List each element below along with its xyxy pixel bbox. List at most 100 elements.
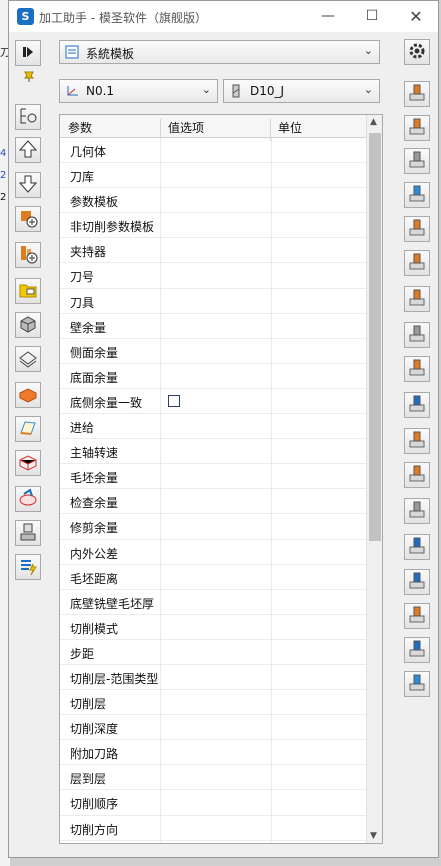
hole-cut-button[interactable]	[404, 671, 430, 697]
title-bar[interactable]: S 加工助手 - 模圣软件（旗舰版） — ☐ ✕	[9, 1, 438, 32]
grid-row[interactable]: 切削层	[60, 690, 366, 716]
grid-row[interactable]: 附加刀路	[60, 740, 366, 766]
param-value-cell[interactable]	[160, 564, 272, 589]
move-down-button[interactable]	[15, 172, 41, 198]
pin-button[interactable]	[23, 70, 35, 85]
grid-row[interactable]: 层到层	[60, 765, 366, 791]
zlevel-button[interactable]	[404, 250, 430, 276]
folder-template-button[interactable]	[15, 278, 41, 304]
step-finish-button[interactable]	[404, 462, 430, 488]
grid-row[interactable]: 毛坯距离	[60, 564, 366, 590]
grid-row[interactable]: 毛坯余量	[60, 464, 366, 490]
param-value-cell[interactable]	[160, 639, 272, 664]
param-value-cell[interactable]	[160, 263, 272, 288]
face-mill-button[interactable]	[404, 356, 430, 382]
tool-select[interactable]: D10_J ⌄	[223, 79, 380, 103]
param-value-cell[interactable]	[160, 213, 272, 238]
param-value-cell[interactable]	[160, 690, 272, 715]
rough-mill-button[interactable]	[404, 81, 430, 107]
contour-button[interactable]	[404, 216, 430, 242]
grid-row[interactable]: 修剪余量	[60, 514, 366, 540]
sequence-refresh-button[interactable]	[15, 104, 41, 130]
grid-row[interactable]: 切削方向	[60, 815, 366, 841]
move-up-button[interactable]	[15, 137, 41, 163]
param-value-cell[interactable]	[160, 664, 272, 690]
grid-row[interactable]: 步距	[60, 639, 366, 665]
maximize-button[interactable]: ☐	[350, 1, 394, 32]
grid-row[interactable]: 底侧余量一致	[60, 388, 366, 415]
param-value-cell[interactable]	[160, 614, 272, 639]
coord-select[interactable]: N0.1 ⌄	[59, 79, 218, 103]
grid-row[interactable]: 侧面余量	[60, 338, 366, 364]
param-value-cell[interactable]	[160, 715, 272, 740]
export-program-button[interactable]	[15, 554, 41, 580]
vertical-scrollbar[interactable]: ▲ ▼	[366, 115, 382, 843]
settings-button[interactable]	[404, 39, 430, 65]
template-select[interactable]: 系統模板 ⌄	[59, 40, 380, 64]
grid-row[interactable]: 壁余量	[60, 313, 366, 339]
param-value-cell[interactable]	[160, 740, 272, 765]
plunge-button[interactable]	[404, 182, 430, 208]
scroll-up-arrow-icon[interactable]: ▲	[370, 117, 377, 127]
grid-row[interactable]: 检查余量	[60, 489, 366, 515]
grid-row[interactable]: 切削顺序	[60, 790, 366, 816]
param-value-cell[interactable]	[160, 790, 272, 815]
grid-row[interactable]: 切削深度	[60, 715, 366, 741]
run-button[interactable]	[15, 40, 41, 66]
grid-row[interactable]: 刀号	[60, 263, 366, 289]
param-value-cell[interactable]	[160, 840, 272, 843]
grid-row[interactable]: 参数模板	[60, 188, 366, 214]
param-value-cell[interactable]	[160, 815, 272, 840]
grid-row[interactable]: 切削层-范围类型	[60, 664, 366, 691]
grid-row[interactable]: 几何体	[60, 138, 366, 164]
rest-mill-button[interactable]	[404, 148, 430, 174]
path-simulate-button[interactable]	[15, 486, 41, 512]
param-value-cell[interactable]	[160, 313, 272, 338]
add-tool-button[interactable]	[15, 242, 41, 268]
cavity-mill-button[interactable]	[404, 115, 430, 141]
drill-button[interactable]	[404, 322, 430, 348]
grid-row[interactable]: 夹持器	[60, 238, 366, 264]
scroll-down-arrow-icon[interactable]: ▼	[370, 831, 377, 841]
machine-button[interactable]	[15, 520, 41, 546]
grid-row[interactable]: 刀路方向	[60, 840, 366, 843]
param-value-cell[interactable]	[160, 514, 272, 539]
grid-row[interactable]: 刀库	[60, 163, 366, 189]
boundary-button[interactable]	[15, 450, 41, 476]
minimize-button[interactable]: —	[306, 1, 350, 32]
scrollbar-thumb[interactable]	[369, 133, 381, 541]
block-view-button[interactable]	[15, 312, 41, 338]
param-value-cell[interactable]	[160, 464, 272, 489]
param-value-cell[interactable]	[160, 288, 272, 313]
param-value-cell[interactable]	[160, 765, 272, 790]
chamfer-button[interactable]	[404, 534, 430, 560]
grid-row[interactable]: 进给	[60, 414, 366, 440]
grid-row[interactable]: 内外公差	[60, 539, 366, 565]
param-value-cell[interactable]	[160, 163, 272, 188]
stock-button[interactable]	[15, 382, 41, 408]
param-value-cell[interactable]	[160, 138, 272, 163]
grid-row[interactable]: 刀具	[60, 288, 366, 314]
flowline-button[interactable]	[404, 637, 430, 663]
grid-row[interactable]: 切削模式	[60, 614, 366, 640]
param-checkbox[interactable]	[168, 394, 180, 407]
floor-wall-button[interactable]	[404, 392, 430, 418]
param-value-cell[interactable]	[160, 439, 272, 464]
side-wall-button[interactable]	[404, 498, 430, 524]
param-value-cell[interactable]	[160, 589, 272, 614]
edge-select-button[interactable]	[15, 416, 41, 442]
param-value-cell[interactable]	[160, 489, 272, 514]
close-button[interactable]: ✕	[394, 1, 438, 32]
corner-button[interactable]	[404, 286, 430, 312]
area-mill-button[interactable]	[404, 603, 430, 629]
param-value-cell[interactable]	[160, 188, 272, 213]
wireframe-view-button[interactable]	[15, 346, 41, 372]
grid-row[interactable]: 主轴转速	[60, 439, 366, 465]
profile-3d-button[interactable]	[404, 569, 430, 595]
grid-row[interactable]: 非切削参数模板	[60, 213, 366, 239]
param-value-cell[interactable]	[160, 338, 272, 363]
param-value-cell[interactable]	[160, 238, 272, 263]
param-value-cell[interactable]	[160, 414, 272, 439]
param-value-cell[interactable]	[160, 363, 272, 388]
param-value-cell[interactable]	[160, 388, 272, 414]
